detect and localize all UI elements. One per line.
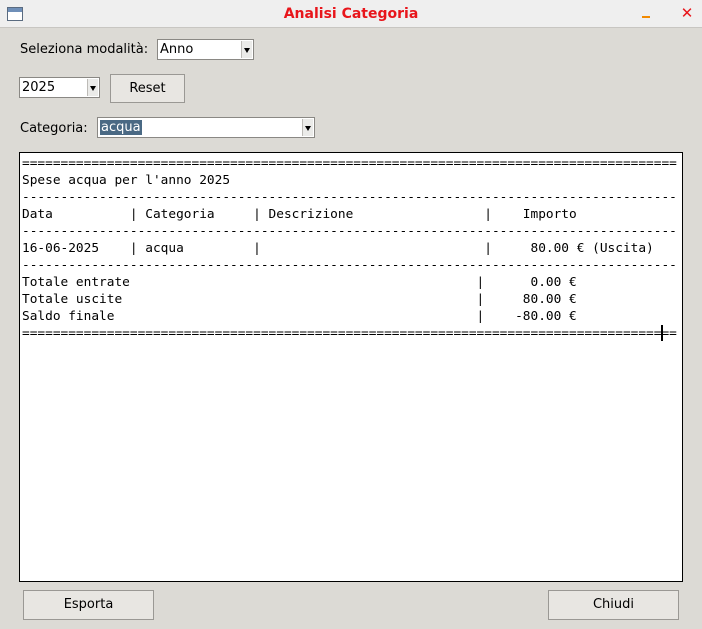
category-label: Categoria:: [20, 121, 88, 136]
category-select[interactable]: acqua: [97, 117, 315, 138]
year-select-value: 2025: [22, 80, 56, 95]
report-textarea[interactable]: ========================================…: [19, 152, 683, 582]
close-button[interactable]: Chiudi: [548, 590, 679, 620]
chevron-down-icon: [302, 119, 313, 136]
minimize-icon[interactable]: [638, 5, 654, 21]
title-bar: Analisi Categoria ✕: [0, 0, 702, 28]
chevron-down-icon: [87, 79, 98, 96]
year-select[interactable]: 2025: [19, 77, 100, 98]
close-icon[interactable]: ✕: [679, 5, 695, 21]
mode-select-value: Anno: [160, 42, 194, 57]
mode-select[interactable]: Anno: [157, 39, 254, 60]
mode-label: Seleziona modalità:: [20, 42, 149, 57]
report-text: ========================================…: [22, 156, 677, 341]
window-title: Analisi Categoria: [283, 6, 419, 22]
reset-button[interactable]: Reset: [110, 74, 185, 103]
text-cursor: [661, 325, 663, 341]
chevron-down-icon: [241, 41, 252, 58]
export-button[interactable]: Esporta: [23, 590, 154, 620]
category-select-value: acqua: [100, 120, 142, 135]
